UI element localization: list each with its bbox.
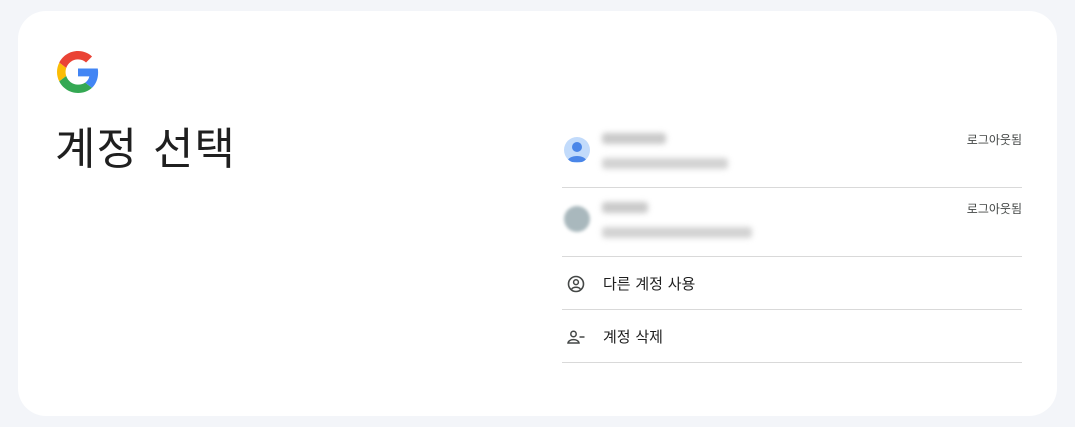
page-title: 계정 선택 [55,124,236,175]
account-list: 로그아웃됨 로그아웃됨 다른 계정 사용 계정 삭제 [562,119,1022,363]
remove-account-button[interactable]: 계정 삭제 [562,310,1022,363]
google-logo-icon [57,51,99,93]
account-name-blurred [602,202,648,213]
person-remove-icon [567,330,585,344]
account-chooser-card: 계정 선택 로그아웃됨 로그아웃됨 다른 계정 사용 계정 삭제 [18,11,1057,416]
use-another-account-button[interactable]: 다른 계정 사용 [562,257,1022,310]
account-name-blurred [602,133,666,144]
remove-account-label: 계정 삭제 [603,328,663,346]
account-email-blurred [602,158,728,169]
account-circle-icon [567,275,585,293]
account-email-blurred [602,227,752,238]
avatar [564,137,590,163]
signed-out-label: 로그아웃됨 [966,202,1022,216]
signed-out-label: 로그아웃됨 [966,133,1022,147]
use-another-account-label: 다른 계정 사용 [603,275,696,293]
account-item[interactable]: 로그아웃됨 [562,188,1022,257]
account-item[interactable]: 로그아웃됨 [562,119,1022,188]
person-icon [567,142,587,162]
avatar [564,206,590,232]
